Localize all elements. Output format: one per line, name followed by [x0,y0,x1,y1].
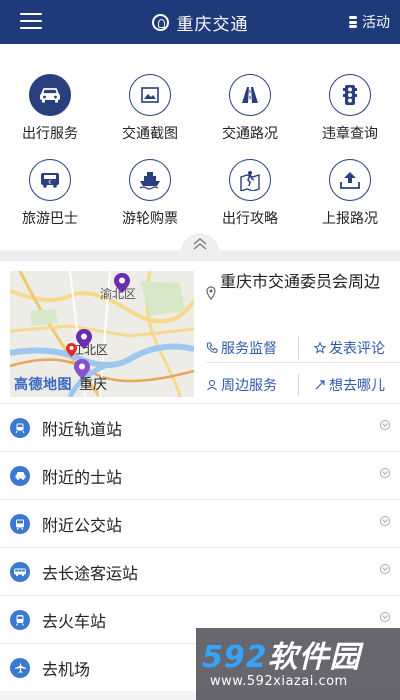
service-supervision-button[interactable]: 服务监督 [206,338,277,358]
picture-icon [129,74,171,116]
watermark-url: www.592xiazai.com [210,674,348,689]
metro-icon [10,417,30,438]
page-title: 重庆交通 [176,14,249,35]
grid-label: 交通截图 [122,126,178,142]
watermark-brand-text: 软件园 [267,640,361,675]
divider [298,337,299,359]
chevron-down-icon [380,468,390,478]
route-icon [315,380,325,390]
grid-label: 出行服务 [22,126,78,142]
service-label: 周边服务 [221,378,277,394]
road-icon [229,74,271,116]
chevron-down-icon [380,612,390,622]
chevron-down-icon [380,564,390,574]
plane-icon [10,657,30,678]
chevron-down-icon [380,516,390,526]
list-item-label: 去机场 [42,659,91,679]
map-panel: 渝北区 江北区 高德地图 重庆 重庆市交通委员会周边 服务监督 发表评论 周边服… [0,261,400,403]
list-item-nearby-bus[interactable]: 附近公交站 [0,499,400,547]
grid-item-travel-guide[interactable]: 出行攻略 [200,159,300,228]
app-header: 重庆交通 活动 [0,0,400,44]
service-label: 服务监督 [221,341,277,357]
watermark-brand: 592软件园 [202,632,361,676]
list-item-nearby-taxi[interactable]: 附近的士站 [0,451,400,499]
post-comment-button[interactable]: 发表评论 [314,338,385,358]
grid-label: 违章查询 [322,126,378,142]
bus-icon: € [29,159,71,201]
list-item-label: 附近公交站 [42,515,123,535]
where-to-go-button[interactable]: 想去哪儿 [314,375,385,395]
grid-item-tour-bus[interactable]: € 旅游巴士 [0,159,100,228]
grid-item-violation-query[interactable]: 违章查询 [300,74,400,143]
current-location-icon [66,343,77,357]
coach-icon [10,561,30,582]
list-item-label: 去长途客运站 [42,563,139,583]
watermark: 592软件园 www.592xiazai.com [196,628,400,700]
app-logo-icon [151,13,169,31]
coins-icon [349,16,357,28]
phone-icon [206,342,218,353]
grid-label: 旅游巴士 [22,211,78,227]
service-label: 想去哪儿 [329,378,385,394]
traffic-light-icon [329,74,371,116]
service-grid: 出行服务 交通截图 交通路况 违章查询 € 旅游巴士 游轮购票 出行攻略 上报路… [0,44,400,250]
list-item-label: 附近的士站 [42,467,123,487]
grid-label: 上报路况 [322,211,378,227]
map-city-label: 重庆 [79,377,107,393]
list-item-label: 附近轨道站 [42,419,123,439]
grid-label: 出行攻略 [222,211,278,227]
list-item-label: 去火车站 [42,611,107,631]
guide-icon [229,159,271,201]
star-icon [314,342,326,354]
grid-item-traffic-snapshot[interactable]: 交通截图 [100,74,200,143]
grid-item-travel-service[interactable]: 出行服务 [0,74,100,143]
activity-label: 活动 [362,15,390,31]
list-item-nearby-metro[interactable]: 附近轨道站 [0,403,400,451]
map-view[interactable]: 渝北区 江北区 高德地图 重庆 [10,271,194,397]
ship-icon [129,159,171,201]
map-marker-icon[interactable] [114,273,130,293]
location-name: 重庆市交通委员会周边 [220,272,381,291]
service-label: 发表评论 [329,341,385,357]
chevron-down-icon [380,420,390,430]
grid-label: 交通路况 [222,126,278,142]
location-pin-icon [206,286,216,300]
upload-icon [329,159,371,201]
grid-item-cruise-ticket[interactable]: 游轮购票 [100,159,200,228]
grid-item-road-conditions[interactable]: 交通路况 [200,74,300,143]
bus-stop-icon [10,513,30,534]
car-icon [29,74,71,116]
activity-button[interactable]: 活动 [349,0,390,44]
divider [298,374,299,396]
svg-text:€: € [48,180,51,186]
watermark-brand-number: 592 [202,640,268,675]
person-location-icon [207,380,217,391]
map-marker-icon[interactable] [76,329,92,349]
divider [206,362,400,363]
grid-item-report-road[interactable]: 上报路况 [300,159,400,228]
grid-label: 游轮购票 [122,211,178,227]
train-icon [10,609,30,630]
map-provider-logo: 高德地图 [14,377,72,393]
location-title: 重庆市交通委员会周边 [206,271,392,300]
chevron-up-icon [193,238,207,250]
list-item-coach-station[interactable]: 去长途客运站 [0,547,400,595]
taxi-icon [10,465,30,486]
nearby-services-button[interactable]: 周边服务 [206,375,277,395]
